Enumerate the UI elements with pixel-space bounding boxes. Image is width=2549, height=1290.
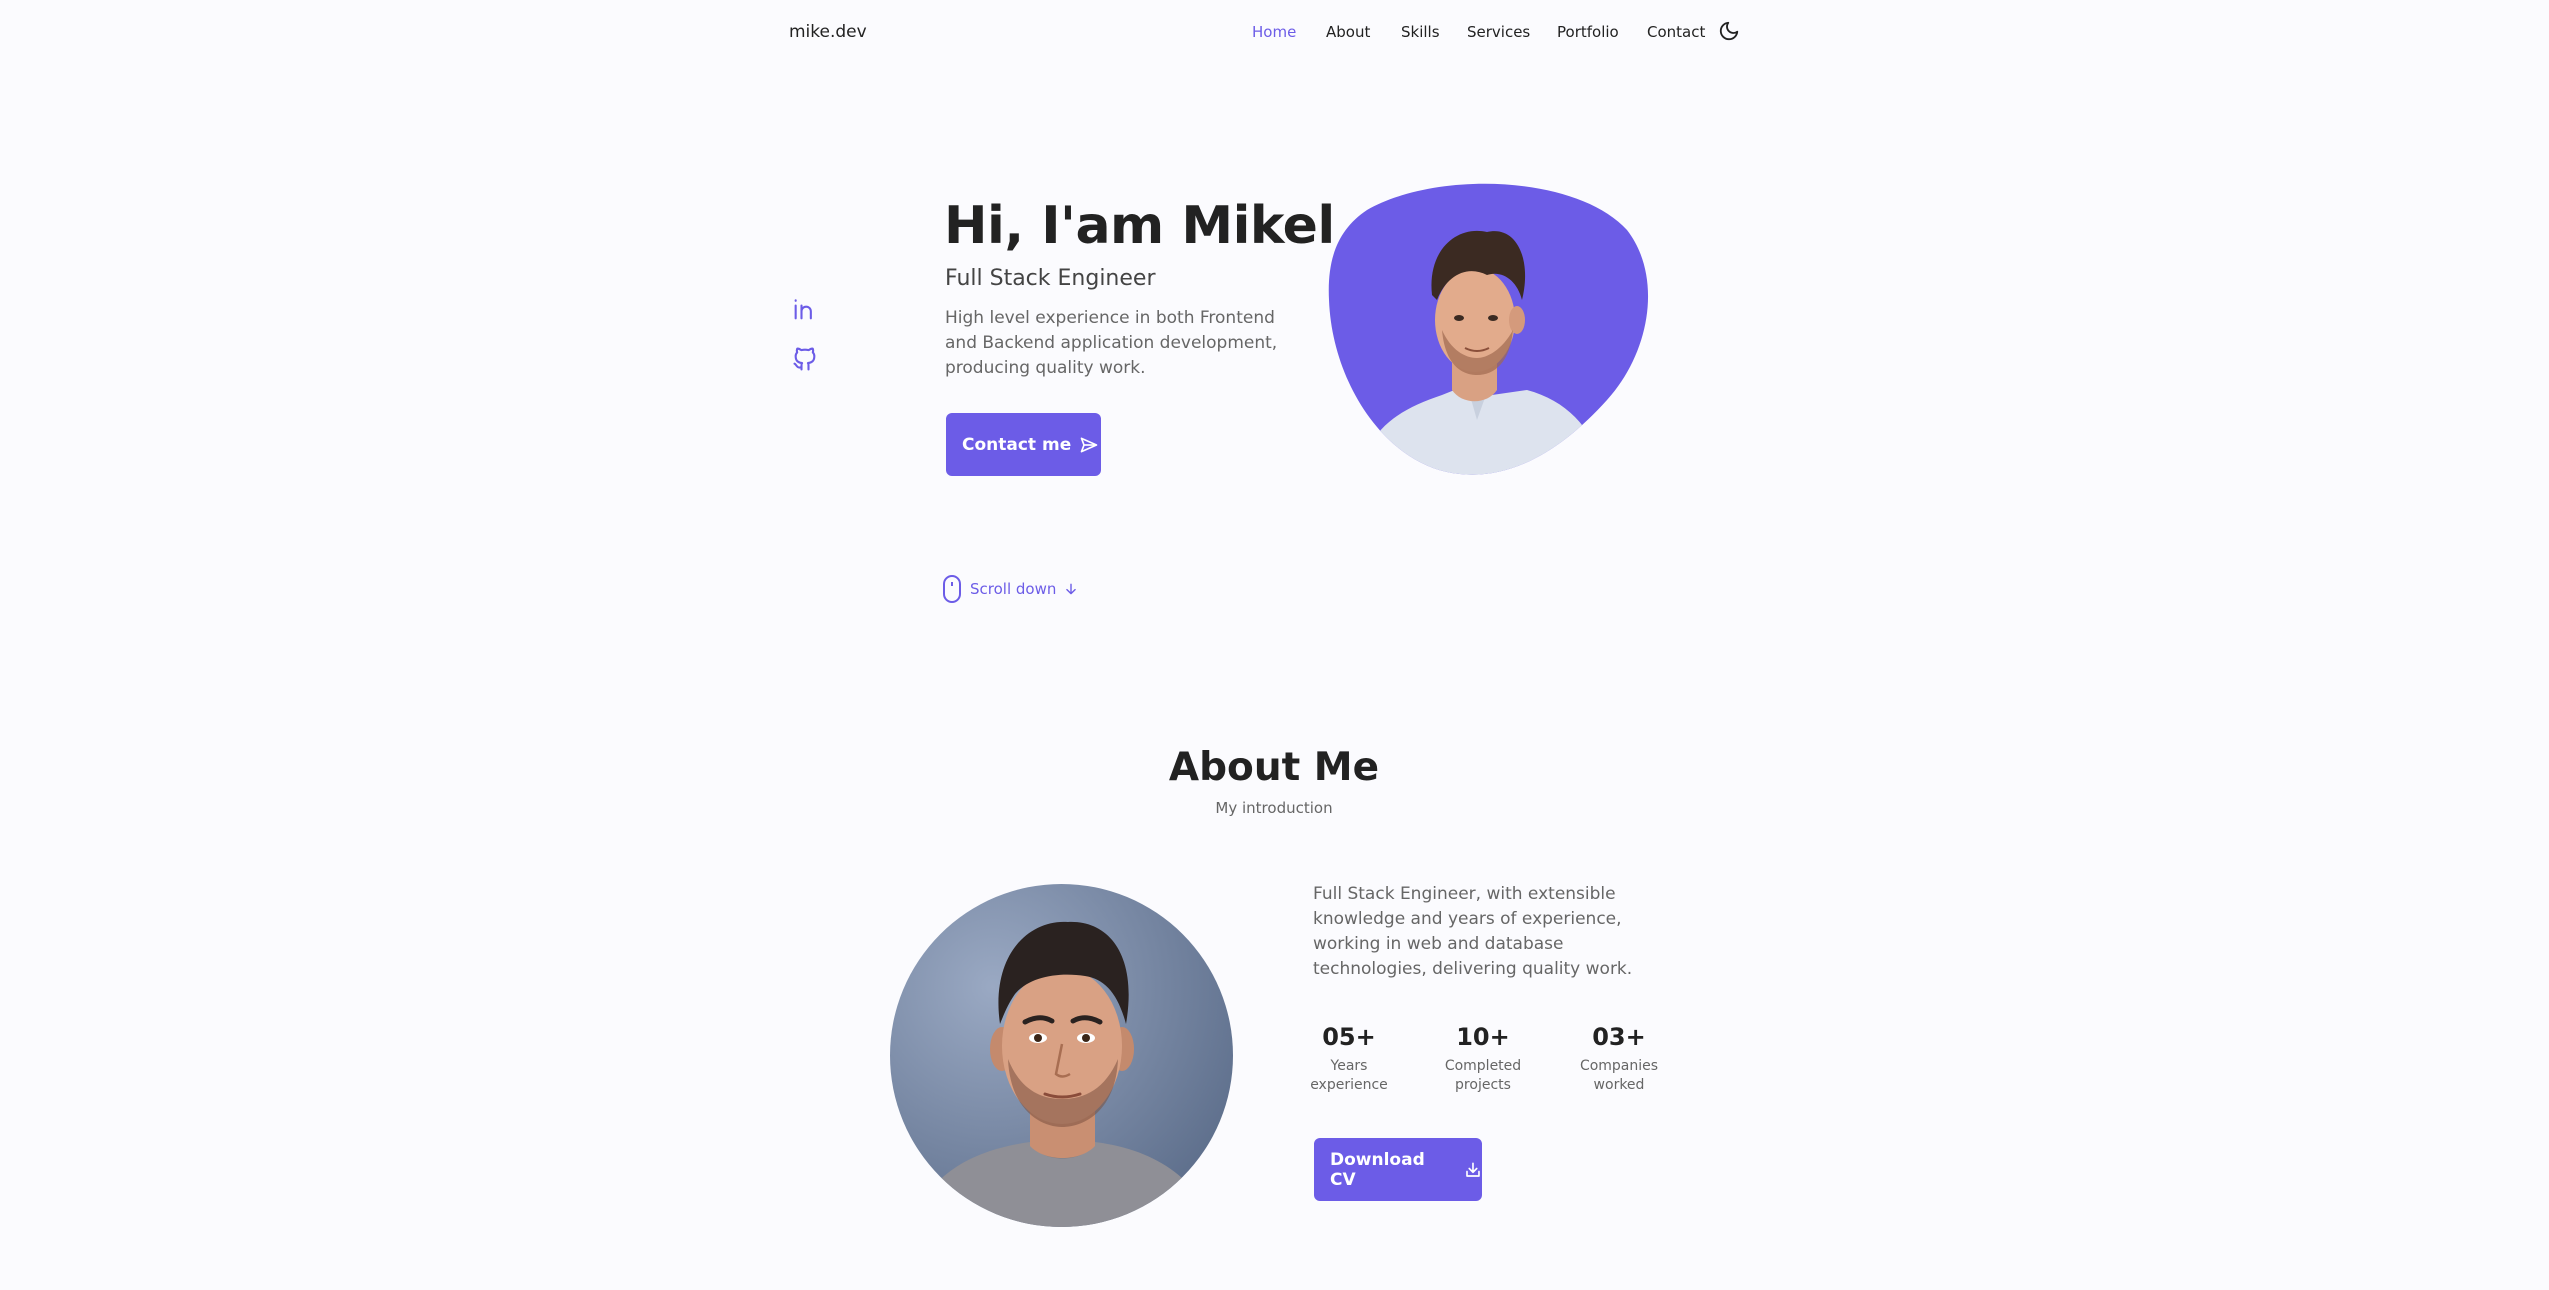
about-description: Full Stack Engineer, with extensible kno… <box>1313 884 1633 979</box>
github-icon[interactable] <box>791 345 821 375</box>
scroll-down-label: Scroll down <box>970 580 1057 598</box>
site-logo[interactable]: mike.dev <box>789 22 867 42</box>
hero-subtitle: Full Stack Engineer <box>945 266 1156 291</box>
hero-photo <box>1327 180 1649 480</box>
linkedin-icon[interactable] <box>791 295 821 325</box>
stat-label: Years experience <box>1310 1058 1388 1093</box>
contact-me-button[interactable]: Contact me <box>946 413 1101 476</box>
nav-skills[interactable]: Skills <box>1401 23 1440 41</box>
hero-description: High level experience in both Frontend a… <box>945 308 1278 378</box>
nav-contact[interactable]: Contact <box>1647 23 1705 41</box>
stat-label: Completed projects <box>1444 1058 1522 1093</box>
nav-home[interactable]: Home <box>1252 23 1296 41</box>
stat-projects: 10+ Completed projects <box>1428 1023 1538 1095</box>
contact-button-label: Contact me <box>962 434 1072 455</box>
moon-icon[interactable] <box>1718 20 1740 42</box>
stat-value: 05+ <box>1322 1023 1376 1051</box>
arrow-down-icon <box>1066 583 1077 595</box>
mouse-icon <box>943 575 961 603</box>
stat-years: 05+ Years experience <box>1294 1023 1404 1095</box>
scroll-down-link[interactable]: Scroll down <box>942 574 1078 604</box>
nav-portfolio[interactable]: Portfolio <box>1557 23 1619 41</box>
download-cv-button[interactable]: Download CV <box>1314 1138 1482 1201</box>
nav-services[interactable]: Services <box>1467 23 1530 41</box>
download-icon <box>1466 1161 1480 1177</box>
stat-value: 03+ <box>1592 1023 1646 1051</box>
stat-label: Companies worked <box>1579 1058 1659 1093</box>
hero-title: Hi, I'am Mikel <box>944 196 1335 256</box>
send-icon <box>1080 437 1098 452</box>
about-subtitle: My introduction <box>1215 799 1333 817</box>
nav-about[interactable]: About <box>1326 23 1370 41</box>
stat-value: 10+ <box>1456 1023 1510 1051</box>
about-title: About Me <box>1168 745 1380 790</box>
about-photo <box>890 884 1233 1227</box>
download-cv-label: Download CV <box>1330 1149 1425 1190</box>
stat-companies: 03+ Companies worked <box>1564 1023 1674 1095</box>
